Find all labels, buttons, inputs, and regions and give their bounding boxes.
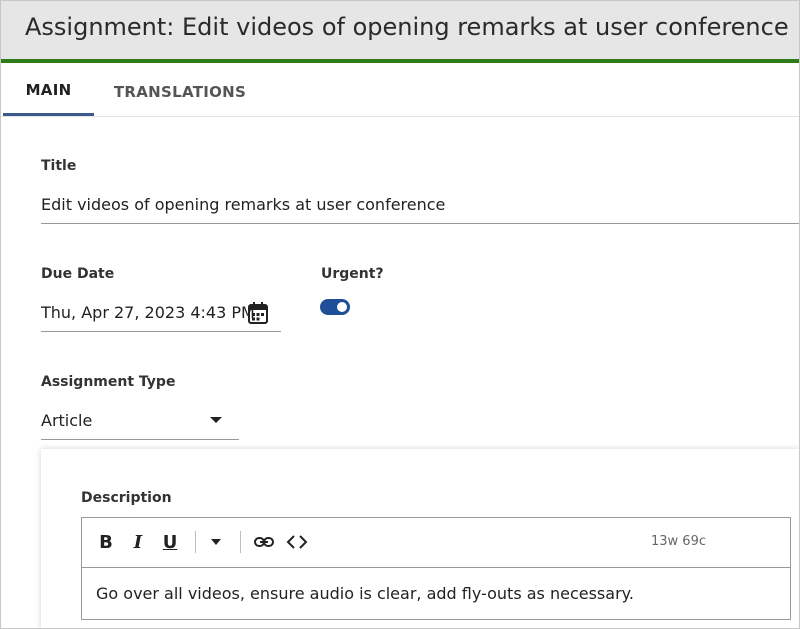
toolbar-separator xyxy=(240,531,241,553)
due-date-underline xyxy=(41,331,281,332)
tab-main[interactable]: MAIN xyxy=(3,67,94,116)
assignment-editor-window: Assignment: Edit videos of opening remar… xyxy=(0,0,800,629)
page-title: Assignment: Edit videos of opening remar… xyxy=(25,13,789,41)
word-count: 13w 69c xyxy=(651,534,706,549)
due-date-label: Due Date xyxy=(41,266,115,282)
assignment-type-select[interactable]: Article xyxy=(41,411,92,430)
page-header: Assignment: Edit videos of opening remar… xyxy=(1,1,799,63)
description-text[interactable]: Go over all videos, ensure audio is clea… xyxy=(96,584,634,603)
underline-button[interactable]: U xyxy=(160,531,180,553)
title-label: Title xyxy=(41,158,77,174)
editor-toolbar: B I U 13w 69c xyxy=(82,518,790,568)
link-icon[interactable] xyxy=(253,531,275,553)
italic-button[interactable]: I xyxy=(128,531,148,553)
title-input[interactable]: Edit videos of opening remarks at user c… xyxy=(41,195,445,214)
description-label: Description xyxy=(81,490,172,506)
assignment-type-label: Assignment Type xyxy=(41,374,176,390)
due-date-input[interactable]: Thu, Apr 27, 2023 4:43 PM xyxy=(41,303,255,322)
calendar-icon[interactable] xyxy=(247,301,269,325)
tab-bar: MAIN TRANSLATIONS xyxy=(1,67,799,117)
bold-button[interactable]: B xyxy=(96,531,116,553)
urgent-label: Urgent? xyxy=(321,266,384,282)
tab-translations[interactable]: TRANSLATIONS xyxy=(105,67,255,116)
assignment-type-underline xyxy=(41,439,239,440)
title-input-underline xyxy=(41,223,799,224)
urgent-toggle[interactable] xyxy=(320,299,350,315)
rich-text-editor: B I U 13w 69c Go over all videos, ensure… xyxy=(81,517,791,620)
toggle-knob xyxy=(337,302,347,312)
toolbar-separator xyxy=(195,531,196,553)
code-icon[interactable] xyxy=(286,531,308,553)
chevron-down-icon[interactable] xyxy=(209,416,223,424)
format-dropdown-icon[interactable] xyxy=(209,538,223,546)
